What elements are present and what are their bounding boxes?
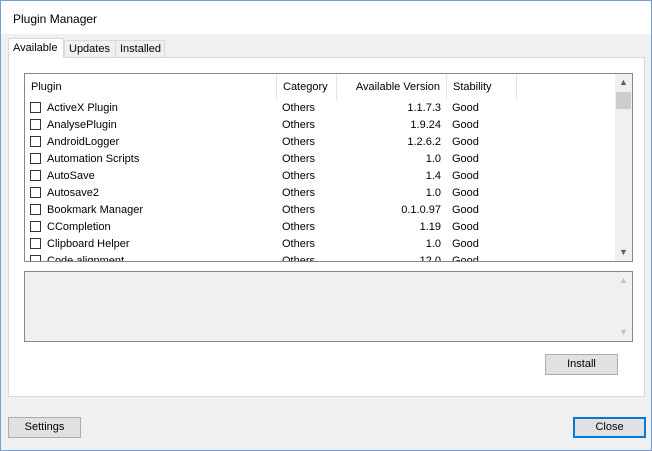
scrollbar-thumb[interactable]: [616, 92, 631, 109]
table-row[interactable]: CCompletion Others 1.19 Good: [25, 219, 615, 236]
cell-version: 1.4: [425, 170, 441, 182]
cell-stability: Good: [452, 153, 479, 165]
cell-version: 0.1.0.97: [401, 204, 441, 216]
plugin-checkbox[interactable]: [30, 102, 41, 113]
plugin-description-box[interactable]: ▲ ▼: [24, 271, 633, 342]
tab-panel-available: Plugin Category Available Version Stabil…: [8, 57, 645, 397]
cell-plugin-name: Bookmark Manager: [47, 204, 143, 216]
table-row[interactable]: AutoSave Others 1.4 Good: [25, 168, 615, 185]
tab-updates[interactable]: Updates: [64, 40, 116, 57]
cell-version: 1.1.7.3: [407, 102, 441, 114]
window-title: Plugin Manager: [13, 12, 98, 26]
scroll-down-icon[interactable]: ▼: [615, 324, 632, 341]
cell-stability: Good: [452, 221, 479, 233]
plugin-checkbox[interactable]: [30, 221, 41, 232]
title-bar: Plugin Manager: [1, 1, 651, 34]
cell-plugin-name: Code alignment: [47, 255, 125, 261]
cell-version: 1.0: [425, 187, 441, 199]
plugin-checkbox[interactable]: [30, 119, 41, 130]
column-header-version[interactable]: Available Version: [337, 74, 447, 100]
cell-plugin-name: Automation Scripts: [47, 153, 140, 165]
table-row[interactable]: Bookmark Manager Others 0.1.0.97 Good: [25, 202, 615, 219]
plugin-checkbox[interactable]: [30, 136, 41, 147]
list-vertical-scrollbar[interactable]: ▲ ▼: [615, 74, 632, 261]
cell-stability: Good: [452, 204, 479, 216]
tab-available[interactable]: Available: [8, 38, 64, 58]
cell-plugin-name: Clipboard Helper: [47, 238, 130, 250]
cell-plugin-name: ActiveX Plugin: [47, 102, 118, 114]
column-header-plugin[interactable]: Plugin: [25, 74, 277, 100]
cell-category: Others: [282, 255, 316, 261]
cell-stability: Good: [452, 136, 479, 148]
cell-category: Others: [282, 221, 316, 233]
plugin-manager-window: Plugin Manager Available Updates Install…: [0, 0, 652, 451]
cell-plugin-name: AutoSave: [47, 170, 95, 182]
plugin-list[interactable]: Plugin Category Available Version Stabil…: [24, 73, 633, 262]
plugin-checkbox[interactable]: [30, 170, 41, 181]
cell-category: Others: [282, 136, 316, 148]
column-header-stability[interactable]: Stability: [447, 74, 517, 100]
cell-category: Others: [282, 102, 316, 114]
install-button[interactable]: Install: [545, 354, 618, 375]
scroll-down-icon[interactable]: ▼: [615, 244, 632, 261]
column-header-category[interactable]: Category: [277, 74, 337, 100]
cell-plugin-name: AnalysePlugin: [47, 119, 117, 131]
cell-category: Others: [282, 187, 316, 199]
scroll-up-icon[interactable]: ▲: [615, 272, 632, 289]
table-row[interactable]: AnalysePlugin Others 1.9.24 Good: [25, 117, 615, 134]
plugin-checkbox[interactable]: [30, 204, 41, 215]
table-row[interactable]: Automation Scripts Others 1.0 Good: [25, 151, 615, 168]
table-row[interactable]: Autosave2 Others 1.0 Good: [25, 185, 615, 202]
cell-category: Others: [282, 119, 316, 131]
cell-version: 1.9.24: [410, 119, 441, 131]
cell-plugin-name: AndroidLogger: [47, 136, 120, 148]
cell-plugin-name: CCompletion: [47, 221, 111, 233]
cell-stability: Good: [452, 187, 479, 199]
description-vertical-scrollbar[interactable]: ▲ ▼: [615, 272, 632, 341]
cell-stability: Good: [452, 102, 479, 114]
table-row[interactable]: AndroidLogger Others 1.2.6.2 Good: [25, 134, 615, 151]
table-row[interactable]: ActiveX Plugin Others 1.1.7.3 Good: [25, 100, 615, 117]
cell-category: Others: [282, 170, 316, 182]
list-rows: ActiveX Plugin Others 1.1.7.3 Good AnalysePl…: [25, 100, 615, 261]
tab-installed[interactable]: Installed: [115, 40, 165, 57]
settings-button[interactable]: Settings: [8, 417, 81, 438]
cell-stability: Good: [452, 255, 479, 261]
cell-version: 1.0: [425, 153, 441, 165]
cell-version: 1.2.6.2: [407, 136, 441, 148]
cell-version: 1.19: [419, 221, 441, 233]
table-row[interactable]: Clipboard Helper Others 1.0 Good: [25, 236, 615, 253]
cell-stability: Good: [452, 170, 479, 182]
cell-stability: Good: [452, 119, 479, 131]
cell-category: Others: [282, 204, 316, 216]
cell-version: 1.0: [425, 238, 441, 250]
table-row[interactable]: Code alignment Others 12.0 Good: [25, 253, 615, 261]
plugin-checkbox[interactable]: [30, 238, 41, 249]
cell-version: 12.0: [419, 255, 441, 261]
plugin-checkbox[interactable]: [30, 153, 41, 164]
cell-category: Others: [282, 238, 316, 250]
close-button[interactable]: Close: [573, 417, 646, 438]
plugin-checkbox[interactable]: [30, 255, 41, 261]
plugin-checkbox[interactable]: [30, 187, 41, 198]
cell-plugin-name: Autosave2: [47, 187, 99, 199]
list-header: Plugin Category Available Version Stabil…: [25, 74, 615, 100]
cell-stability: Good: [452, 238, 479, 250]
cell-category: Others: [282, 153, 316, 165]
scroll-up-icon[interactable]: ▲: [615, 74, 632, 91]
